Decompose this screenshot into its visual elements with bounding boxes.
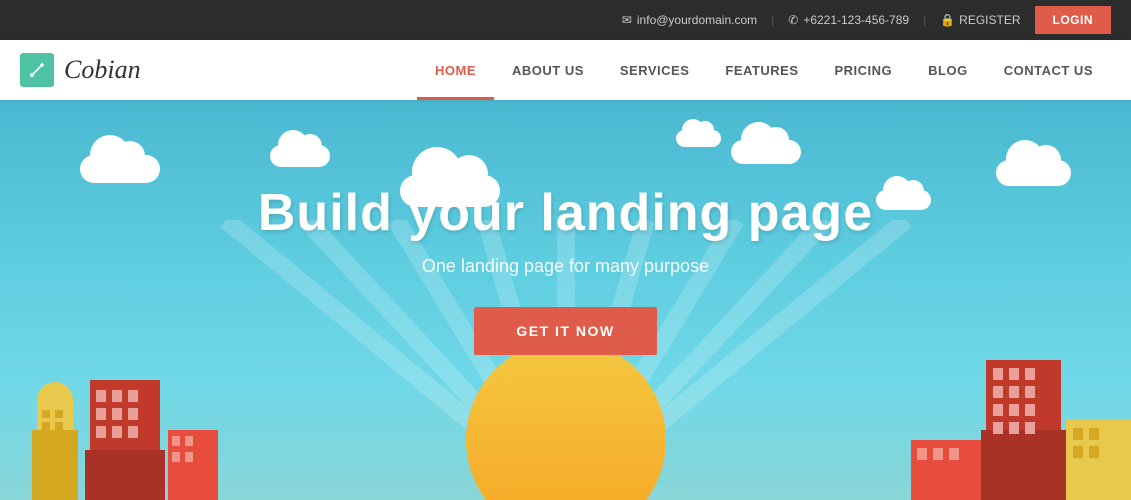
email-icon: ✉ xyxy=(622,13,632,27)
hero-cta-button[interactable]: GET IT NOW xyxy=(474,307,656,355)
phone-item: ✆ +6221-123-456-789 xyxy=(788,13,909,27)
buildings-left xyxy=(0,340,220,500)
divider-2: | xyxy=(923,13,926,27)
nav-links: HOME ABOUT US SERVICES FEATURES PRICING … xyxy=(417,40,1111,100)
register-link[interactable]: 🔒 REGISTER xyxy=(940,13,1020,27)
logo-text: Cobian xyxy=(64,55,141,85)
nav-about[interactable]: ABOUT US xyxy=(494,40,602,100)
phone-text: +6221-123-456-789 xyxy=(803,13,909,27)
hero-section: Build your landing page One landing page… xyxy=(0,100,1131,500)
buildings-left-svg xyxy=(0,340,220,500)
divider-1: | xyxy=(771,13,774,27)
hero-content: Build your landing page One landing page… xyxy=(258,185,873,355)
top-bar: ✉ info@yourdomain.com | ✆ +6221-123-456-… xyxy=(0,0,1131,40)
cloud-2 xyxy=(270,145,330,167)
lock-icon: 🔒 xyxy=(940,13,955,27)
register-label: REGISTER xyxy=(959,13,1020,27)
nav-contact[interactable]: CONTACT US xyxy=(986,40,1111,100)
logo: Cobian xyxy=(20,53,141,87)
email-text: info@yourdomain.com xyxy=(637,13,757,27)
nav-services[interactable]: SERVICES xyxy=(602,40,708,100)
cloud-4 xyxy=(731,140,801,164)
wrench-icon xyxy=(28,61,46,79)
cloud-7 xyxy=(676,130,721,147)
nav-pricing[interactable]: PRICING xyxy=(817,40,911,100)
phone-icon: ✆ xyxy=(788,13,798,27)
hero-title: Build your landing page xyxy=(258,185,873,242)
hero-subtitle: One landing page for many purpose xyxy=(258,256,873,277)
cloud-5 xyxy=(876,190,931,210)
cloud-1 xyxy=(80,155,160,183)
email-item: ✉ info@yourdomain.com xyxy=(622,13,757,27)
main-nav: Cobian HOME ABOUT US SERVICES FEATURES P… xyxy=(0,40,1131,100)
nav-features[interactable]: FEATURES xyxy=(707,40,816,100)
logo-icon xyxy=(20,53,54,87)
nav-home[interactable]: HOME xyxy=(417,40,494,100)
cloud-6 xyxy=(996,160,1071,186)
login-button[interactable]: LOGIN xyxy=(1035,6,1112,34)
buildings-right-svg xyxy=(911,340,1131,500)
buildings-right xyxy=(911,340,1131,500)
nav-blog[interactable]: BLOG xyxy=(910,40,986,100)
